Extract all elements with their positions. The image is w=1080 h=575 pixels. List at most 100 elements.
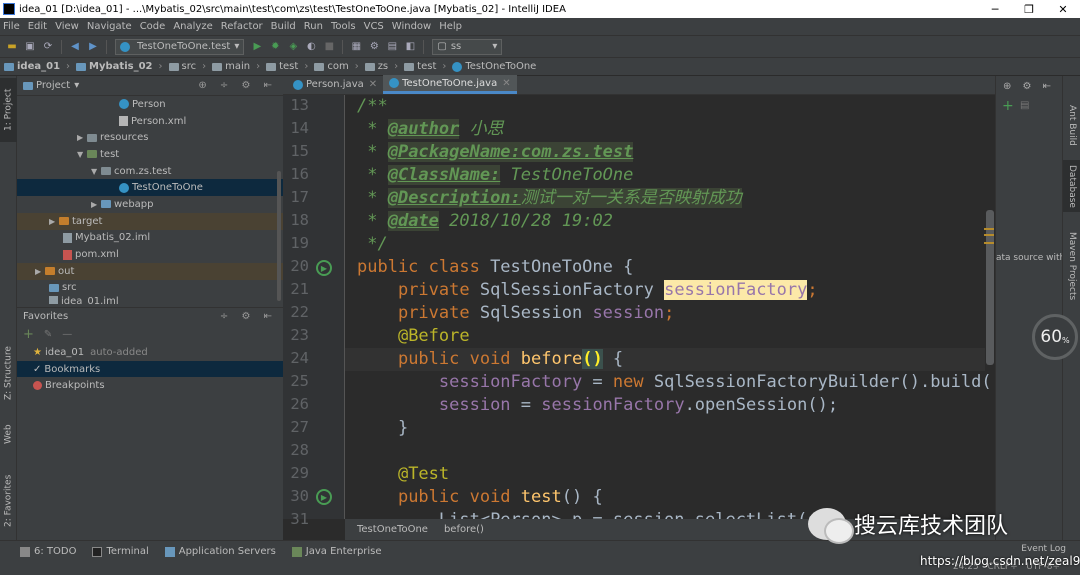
tool-tab-maven[interactable]: Maven Projects bbox=[1063, 226, 1080, 306]
editor-breadcrumb-class[interactable]: TestOneToOne bbox=[357, 524, 428, 535]
menu-window[interactable]: Window bbox=[392, 21, 431, 32]
editor-breadcrumb-method[interactable]: before() bbox=[444, 524, 484, 535]
editor-gutter[interactable]: 13 14 15 16 17 18 19 20 21 22 23 24 25 2… bbox=[283, 95, 355, 528]
menu-refactor[interactable]: Refactor bbox=[221, 21, 263, 32]
coverage-icon[interactable]: ◈ bbox=[285, 39, 301, 55]
tree-item-src[interactable]: src bbox=[17, 280, 283, 297]
menu-build[interactable]: Build bbox=[271, 21, 296, 32]
chevron-right-icon[interactable]: ▶ bbox=[91, 200, 101, 209]
sdk-icon[interactable]: ◧ bbox=[402, 39, 418, 55]
edit-icon[interactable]: ✎ bbox=[44, 329, 52, 340]
tool-tab-project[interactable]: 1: Project bbox=[0, 78, 17, 142]
menu-tools[interactable]: Tools bbox=[331, 21, 356, 32]
menu-vcs[interactable]: VCS bbox=[364, 21, 384, 32]
favorites-item-idea-01[interactable]: ★ idea_01 auto-added bbox=[17, 344, 283, 361]
breadcrumb-test[interactable]: test › bbox=[266, 61, 308, 72]
back-icon[interactable]: ◀ bbox=[67, 39, 83, 55]
breadcrumb-idea-01[interactable]: idea_01 › bbox=[4, 61, 70, 72]
event-log-button[interactable]: Event Log bbox=[1021, 544, 1066, 554]
panel-actions[interactable]: ÷ ⚙ ⇤ bbox=[220, 311, 277, 322]
build-icon[interactable]: ▦ bbox=[348, 39, 364, 55]
panel-actions[interactable]: ⊕ ÷ ⚙ ⇤ bbox=[198, 80, 277, 91]
tool-tab-database[interactable]: Database bbox=[1063, 160, 1080, 212]
chevron-right-icon[interactable]: ▶ bbox=[77, 133, 87, 142]
tree-item-person[interactable]: Person bbox=[17, 96, 283, 113]
chevron-right-icon[interactable]: ▶ bbox=[49, 217, 59, 226]
settings-icon[interactable]: ⚙ bbox=[366, 39, 382, 55]
chevron-right-icon[interactable]: ▶ bbox=[35, 267, 45, 276]
run-icon[interactable]: ▶ bbox=[249, 39, 265, 55]
error-stripe-mark[interactable] bbox=[984, 228, 994, 230]
menu-file[interactable]: File bbox=[3, 21, 20, 32]
folder-icon bbox=[168, 62, 179, 71]
tool-tab-structure[interactable]: Z: Structure bbox=[0, 338, 17, 408]
close-icon[interactable]: ✕ bbox=[369, 79, 377, 90]
open-folder-icon[interactable]: ▬ bbox=[4, 39, 20, 55]
tool-tab-java-enterprise[interactable]: Java Enterprise bbox=[291, 546, 382, 557]
sync-icon[interactable]: ⟳ bbox=[40, 39, 56, 55]
tool-tab-app-servers[interactable]: Application Servers bbox=[164, 546, 276, 557]
tree-item-mybatis-02-iml[interactable]: Mybatis_02.iml bbox=[17, 230, 283, 247]
tab-person-java[interactable]: Person.java ✕ bbox=[287, 75, 383, 94]
breadcrumb-zs[interactable]: zs › bbox=[364, 61, 398, 72]
favorites-item-bookmarks[interactable]: ✓ Bookmarks bbox=[17, 360, 283, 378]
forward-icon[interactable]: ▶ bbox=[85, 39, 101, 55]
chevron-down-icon[interactable]: ▼ bbox=[77, 150, 87, 159]
error-stripe-mark[interactable] bbox=[984, 242, 994, 244]
breadcrumb-main[interactable]: main › bbox=[212, 61, 260, 72]
panel-actions[interactable]: ⊕ ⚙ ⇤ bbox=[996, 76, 1062, 96]
add-icon[interactable]: + bbox=[1002, 98, 1014, 114]
remove-icon[interactable]: — bbox=[62, 329, 72, 340]
chevron-down-icon[interactable]: ▼ bbox=[91, 167, 101, 176]
tree-item-com-zs-test[interactable]: ▼ com.zs.test bbox=[17, 163, 283, 180]
menu-help[interactable]: Help bbox=[439, 21, 462, 32]
tool-tab-ant-build[interactable]: Ant Build bbox=[1063, 92, 1080, 158]
maximize-button[interactable]: ❐ bbox=[1012, 3, 1046, 16]
tool-tab-web[interactable]: Web bbox=[0, 414, 17, 454]
project-view-select[interactable]: Project bbox=[36, 80, 70, 91]
breadcrumb-com[interactable]: com › bbox=[314, 61, 359, 72]
tree-item-idea-01-iml[interactable]: idea_01.iml bbox=[17, 296, 283, 305]
menu-edit[interactable]: Edit bbox=[28, 21, 47, 32]
tool-tab-todo[interactable]: 6: TODO bbox=[20, 546, 76, 557]
tree-item-pom-xml[interactable]: pom.xml bbox=[17, 246, 283, 263]
menu-view[interactable]: View bbox=[55, 21, 79, 32]
run-test-gutter-icon[interactable]: ▶ bbox=[316, 489, 332, 505]
run-class-gutter-icon[interactable]: ▶ bbox=[316, 260, 332, 276]
tree-item-person-xml[interactable]: Person.xml bbox=[17, 113, 283, 130]
breadcrumb-src[interactable]: src › bbox=[168, 61, 206, 72]
breadcrumb-testonetoone[interactable]: TestOneToOne bbox=[452, 61, 536, 72]
breadcrumb-test-package[interactable]: test › bbox=[404, 61, 446, 72]
error-stripe-mark[interactable] bbox=[984, 234, 994, 236]
stop-icon[interactable]: ■ bbox=[321, 39, 337, 55]
project-structure-icon[interactable]: ▤ bbox=[384, 39, 400, 55]
tree-item-webapp[interactable]: ▶ webapp bbox=[17, 196, 283, 213]
menu-analyze[interactable]: Analyze bbox=[173, 21, 212, 32]
profile-icon[interactable]: ◐ bbox=[303, 39, 319, 55]
copy-icon[interactable]: ▤ bbox=[1020, 100, 1029, 111]
tab-testonetoone-java[interactable]: TestOneToOne.java ✕ bbox=[383, 75, 517, 94]
close-button[interactable]: ✕ bbox=[1046, 3, 1080, 16]
menu-code[interactable]: Code bbox=[140, 21, 166, 32]
tool-tab-favorites[interactable]: 2: Favorites bbox=[0, 466, 17, 536]
tree-item-resources[interactable]: ▶ resources bbox=[17, 129, 283, 146]
add-icon[interactable]: + bbox=[23, 327, 34, 342]
tree-item-target[interactable]: ▶ target bbox=[17, 212, 283, 230]
breadcrumb-mybatis-02[interactable]: Mybatis_02 › bbox=[76, 61, 163, 72]
tool-tab-terminal[interactable]: Terminal bbox=[92, 546, 149, 557]
chevron-down-icon: ▾ bbox=[74, 80, 80, 91]
minimize-button[interactable]: ─ bbox=[978, 3, 1012, 16]
close-icon[interactable]: ✕ bbox=[502, 78, 510, 89]
favorites-item-breakpoints[interactable]: Breakpoints bbox=[17, 377, 283, 394]
menu-navigate[interactable]: Navigate bbox=[87, 21, 132, 32]
tree-item-testonetoone[interactable]: TestOneToOne bbox=[17, 179, 283, 197]
sdk-select[interactable]: ▢ ss ▾ bbox=[432, 38, 503, 55]
save-all-icon[interactable]: ▣ bbox=[22, 39, 38, 55]
debug-icon[interactable]: ✹ bbox=[267, 39, 283, 55]
tree-item-out[interactable]: ▶ out bbox=[17, 262, 283, 280]
code-editor[interactable]: /** * @author 小思 * @PackageName:com.zs.t… bbox=[345, 95, 995, 519]
menu-run[interactable]: Run bbox=[304, 21, 323, 32]
project-scrollbar[interactable] bbox=[277, 171, 281, 301]
tree-item-test[interactable]: ▼ test bbox=[17, 146, 283, 163]
run-configuration-select[interactable]: TestOneToOne.test ▾ bbox=[115, 38, 245, 55]
